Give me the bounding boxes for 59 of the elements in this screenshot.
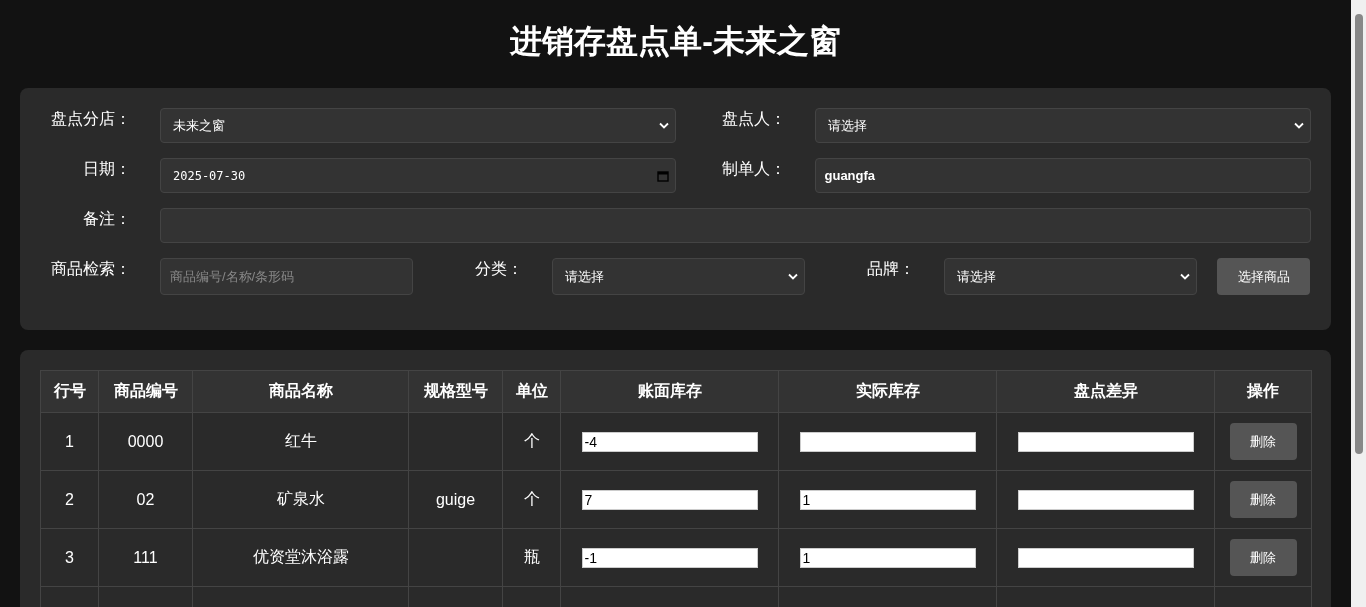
field-label: 备注： (82, 209, 132, 229)
column-header: 盘点差异 (996, 370, 1215, 413)
actual-stock-input[interactable] (799, 431, 976, 452)
difference-input[interactable] (1017, 547, 1194, 568)
actual-stock-input[interactable]: 1 (799, 489, 976, 510)
chevron-down-icon (788, 273, 798, 280)
delete-button[interactable]: 删除 (1229, 481, 1297, 518)
table-cell: 0000 (98, 412, 193, 471)
select-field[interactable]: 请选择 (944, 258, 1197, 295)
difference-input[interactable] (1017, 431, 1194, 452)
select-goods-button[interactable]: 选择商品 (1217, 258, 1310, 295)
chevron-down-icon (1294, 122, 1304, 129)
column-header: 账面库存 (560, 370, 779, 413)
calendar-icon (656, 169, 669, 182)
table-cell: 111 (98, 528, 193, 587)
input-field[interactable]: guangfa (814, 158, 1311, 193)
table-cell: 矿泉水 (192, 470, 409, 529)
scrollbar-thumb[interactable] (1355, 14, 1363, 454)
column-header: 规格型号 (408, 370, 503, 413)
scrollbar[interactable] (1351, 0, 1366, 607)
column-header: 单位 (502, 370, 561, 413)
column-header: 实际库存 (778, 370, 997, 413)
input-field[interactable]: 商品编号/名称/条形码 (160, 258, 413, 295)
page-title: 进销存盘点单-未来之窗 (508, 22, 842, 61)
column-header: 商品名称 (192, 370, 409, 413)
book-stock-input[interactable]: -4 (581, 431, 758, 452)
field-label: 商品检索： (50, 259, 132, 279)
actual-stock-input[interactable]: 1 (799, 547, 976, 568)
table-cell: 个 (502, 412, 561, 471)
field-label: 分类： (474, 259, 524, 279)
delete-button[interactable]: 删除 (1229, 423, 1297, 460)
table-cell: 2 (40, 470, 99, 529)
table-cell: guige (408, 470, 503, 529)
column-header: 行号 (40, 370, 99, 413)
select-field[interactable]: 请选择 (552, 258, 805, 295)
input-field[interactable] (160, 208, 1311, 243)
table-cell: 1 (40, 412, 99, 471)
column-header: 商品编号 (98, 370, 193, 413)
delete-button[interactable]: 删除 (1229, 539, 1297, 576)
table-cell: 02 (98, 470, 193, 529)
table-cell: 3 (40, 528, 99, 587)
chevron-down-icon (658, 122, 669, 129)
select-field[interactable]: 未来之窗 (160, 108, 676, 143)
select-field[interactable]: 请选择 (814, 108, 1311, 143)
date-field[interactable]: 2025-07-30 (160, 158, 676, 193)
field-label: 品牌： (866, 259, 916, 279)
book-stock-input[interactable]: -1 (581, 547, 758, 568)
table-cell: 个 (502, 470, 561, 529)
difference-input[interactable] (1017, 489, 1194, 510)
table-cell: 红牛 (192, 412, 409, 471)
field-label: 盘点人： (720, 109, 787, 129)
chevron-down-icon (1180, 273, 1190, 280)
field-label: 日期： (82, 159, 132, 179)
table-cell: 优资堂沐浴露 (192, 528, 409, 587)
field-label: 盘点分店： (50, 109, 132, 129)
field-label: 制单人： (720, 159, 787, 179)
table-cell: 瓶 (502, 528, 561, 587)
column-header: 操作 (1214, 370, 1312, 413)
book-stock-input[interactable]: 7 (581, 489, 758, 510)
